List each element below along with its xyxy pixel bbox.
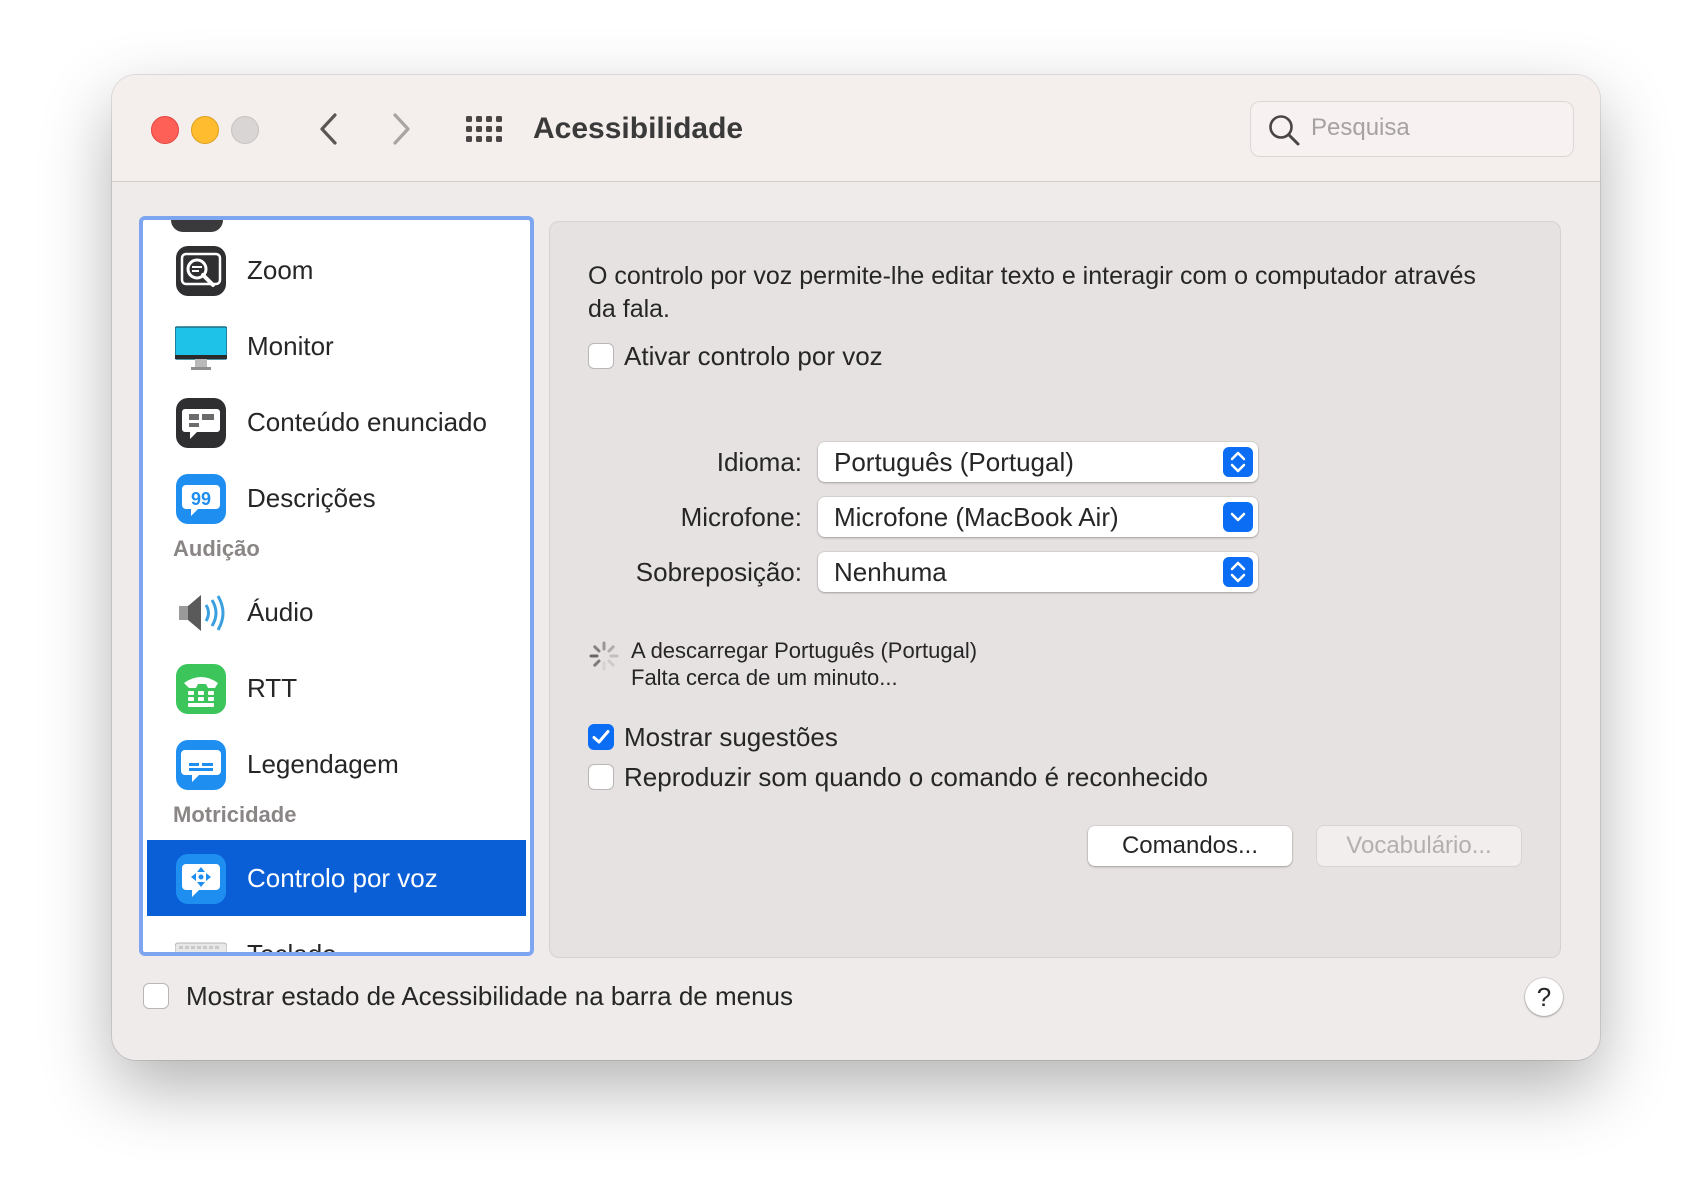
language-value: Português (Portugal) — [834, 447, 1074, 477]
svg-text:99: 99 — [191, 489, 211, 509]
sidebar-item-rtt[interactable]: RTT — [147, 650, 526, 726]
preferences-window: Acessibilidade Zoom — [112, 75, 1600, 1060]
download-time-remaining: Falta cerca de um minuto... — [631, 665, 898, 690]
enable-voice-control-label: Ativar controlo por voz — [624, 341, 883, 371]
overlay-label: Sobreposição: — [635, 557, 802, 587]
zoom-window-button[interactable] — [231, 116, 259, 144]
section-header-motor: Motricidade — [173, 802, 297, 827]
voice-control-pane: O controlo por voz permite-lhe editar te… — [549, 221, 1561, 958]
voice-control-icon — [176, 854, 226, 904]
enable-voice-control-checkbox[interactable] — [588, 343, 614, 369]
up-down-chevron-icon — [1223, 447, 1253, 477]
sidebar-item-keyboard[interactable]: Teclado — [147, 916, 526, 956]
play-sound-label: Reproduzir som quando o comando é reconh… — [624, 762, 1208, 792]
sidebar-item-label: Teclado — [247, 939, 337, 956]
sidebar-item-label: RTT — [247, 673, 298, 703]
sidebar-item-voice-control[interactable]: Controlo por voz — [147, 840, 526, 916]
language-select[interactable]: Português (Portugal) — [818, 442, 1258, 482]
show-status-menubar-checkbox[interactable] — [143, 983, 169, 1009]
sidebar-item-label: Áudio — [247, 597, 314, 627]
play-sound-checkbox[interactable] — [588, 764, 614, 790]
overlay-value: Nenhuma — [834, 557, 947, 587]
sidebar-item-label: Monitor — [247, 331, 334, 361]
show-all-button[interactable] — [464, 114, 506, 144]
checkmark-icon — [592, 730, 610, 744]
sidebar-item-label: Controlo por voz — [247, 863, 438, 893]
forward-button[interactable] — [382, 109, 422, 149]
quote-bubble-icon: 99 — [176, 474, 226, 524]
sidebar-item-spoken-content[interactable]: Conteúdo enunciado — [147, 384, 526, 460]
chevron-left-icon — [320, 113, 337, 145]
sidebar-item-label: Conteúdo enunciado — [247, 407, 487, 437]
sidebar-item-label: Legendagem — [247, 749, 399, 779]
keyboard-icon — [175, 942, 227, 952]
microphone-value: Microfone (MacBook Air) — [834, 502, 1119, 532]
show-status-menubar-label: Mostrar estado de Acessibilidade na barr… — [186, 981, 794, 1011]
language-label: Idioma: — [716, 447, 802, 477]
sidebar-list[interactable]: Zoom Monitor Conteúdo enunciado 99 Descr… — [139, 216, 534, 956]
spinner-icon — [589, 641, 619, 671]
zoom-magnifier-icon — [176, 246, 226, 296]
speech-bubble-icon — [176, 398, 226, 448]
help-button[interactable]: ? — [1525, 978, 1563, 1016]
show-hints-checkbox[interactable] — [588, 724, 614, 750]
show-hints-label: Mostrar sugestões — [624, 722, 838, 752]
vocabulary-button[interactable]: Vocabulário... — [1317, 826, 1521, 866]
sidebar-item-label: Zoom — [247, 255, 314, 285]
search-icon — [1269, 115, 1300, 146]
pane-description: O controlo por voz permite-lhe editar te… — [588, 262, 1476, 323]
display-monitor-icon — [175, 326, 227, 370]
captions-bubble-icon — [176, 740, 226, 790]
sidebar-item-monitor[interactable]: Monitor — [147, 308, 526, 384]
grid-icon — [466, 116, 502, 142]
window-title: Acessibilidade — [533, 112, 744, 145]
title-bar: Acessibilidade — [112, 75, 1600, 182]
sidebar-item-descriptions[interactable]: 99 Descrições — [147, 460, 526, 536]
minimize-window-button[interactable] — [191, 116, 219, 144]
back-button[interactable] — [308, 109, 348, 149]
telephone-keypad-icon — [176, 664, 226, 714]
section-header-hearing: Audição — [173, 536, 260, 561]
overlay-select[interactable]: Nenhuma — [818, 552, 1258, 592]
search-input[interactable] — [1311, 102, 1561, 154]
commands-button[interactable]: Comandos... — [1088, 826, 1292, 866]
speaker-icon — [179, 595, 225, 631]
download-status: A descarregar Português (Portugal) — [631, 638, 978, 663]
sidebar-item-audio[interactable]: Áudio — [147, 574, 526, 650]
up-down-chevron-icon — [1223, 557, 1253, 587]
sidebar-item-captions[interactable]: Legendagem — [147, 726, 526, 802]
microphone-select[interactable]: Microfone (MacBook Air) — [818, 497, 1258, 537]
sidebar-item-zoom[interactable]: Zoom — [147, 232, 526, 308]
hidden-item-icon — [171, 220, 223, 232]
search-field[interactable] — [1250, 101, 1574, 157]
microphone-label: Microfone: — [680, 502, 802, 532]
close-window-button[interactable] — [151, 116, 179, 144]
chevron-down-icon — [1223, 502, 1253, 532]
sidebar-item-label: Descrições — [247, 483, 376, 513]
chevron-right-icon — [393, 113, 410, 145]
